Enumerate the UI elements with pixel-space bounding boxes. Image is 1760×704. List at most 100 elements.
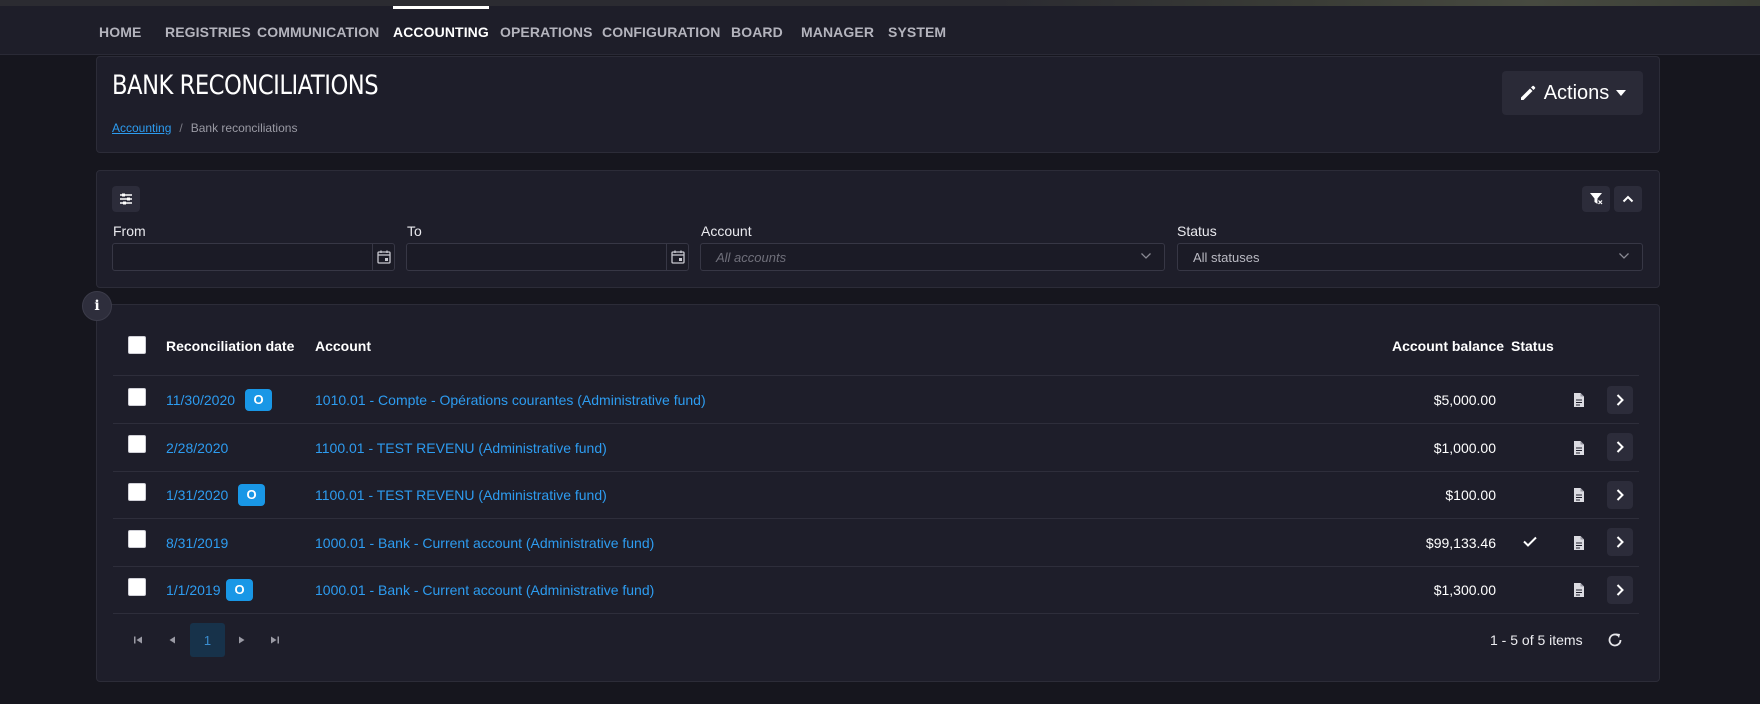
breadcrumb: Accounting / Bank reconciliations [112, 121, 297, 135]
account-placeholder: All accounts [716, 250, 787, 265]
row-open-button[interactable] [1607, 433, 1633, 461]
actions-label: Actions [1543, 81, 1610, 104]
chevron-down-icon [1619, 253, 1629, 259]
to-date-input[interactable] [406, 243, 689, 271]
account-select[interactable]: All accounts [700, 243, 1165, 271]
main-navbar: HOME REGISTRIES COMMUNICATION ACCOUNTING… [0, 6, 1760, 55]
account-balance: $5,000.00 [1433, 392, 1496, 408]
reconciliation-date-link[interactable]: 8/31/2019 [166, 535, 228, 551]
document-icon[interactable] [1572, 582, 1586, 598]
document-icon[interactable] [1572, 392, 1586, 408]
first-page-button[interactable] [121, 623, 155, 657]
chevron-right-icon [1616, 536, 1624, 548]
row-checkbox[interactable] [128, 435, 146, 453]
clear-filters-button[interactable] [1582, 186, 1610, 212]
status-selected-value: All statuses [1193, 250, 1260, 265]
header-reconciliation-date[interactable]: Reconciliation date [166, 338, 294, 354]
next-page-button[interactable] [225, 623, 259, 657]
to-label: To [407, 223, 422, 239]
row-open-button[interactable] [1607, 576, 1633, 604]
account-balance: $100.00 [1445, 487, 1496, 503]
page-title: BANK RECONCILIATIONS [112, 70, 379, 101]
chevron-up-icon [1622, 195, 1634, 203]
nav-manager[interactable]: MANAGER [801, 6, 874, 55]
calendar-icon [376, 250, 391, 264]
from-date-input[interactable] [112, 243, 395, 271]
account-link[interactable]: 1010.01 - Compte - Opérations courantes … [315, 392, 706, 408]
breadcrumb-accounting-link[interactable]: Accounting [112, 121, 171, 135]
pencil-icon [1520, 85, 1536, 100]
from-label: From [113, 223, 146, 239]
chevron-down-icon [1141, 253, 1151, 259]
status-select[interactable]: All statuses [1177, 243, 1643, 271]
caret-right-icon [239, 636, 245, 644]
row-open-button[interactable] [1607, 481, 1633, 509]
caret-left-icon [169, 636, 175, 644]
header-account[interactable]: Account [315, 338, 371, 354]
account-balance: $99,133.46 [1425, 535, 1496, 551]
nav-configuration[interactable]: CONFIGURATION [602, 6, 720, 55]
open-badge: O [238, 484, 265, 506]
breadcrumb-separator: / [179, 121, 183, 135]
first-page-icon [134, 636, 142, 644]
row-open-button[interactable] [1607, 386, 1633, 414]
row-checkbox[interactable] [128, 530, 146, 548]
row-divider [113, 423, 1639, 424]
chevron-right-icon [1616, 394, 1624, 406]
chevron-right-icon [1616, 489, 1624, 501]
header-status[interactable]: Status [1511, 338, 1554, 354]
account-link[interactable]: 1100.01 - TEST REVENU (Administrative fu… [315, 487, 607, 503]
open-badge: O [226, 579, 253, 601]
previous-page-button[interactable] [155, 623, 189, 657]
account-link[interactable]: 1000.01 - Bank - Current account (Admini… [315, 535, 654, 551]
account-balance: $1,300.00 [1433, 582, 1496, 598]
document-icon[interactable] [1572, 487, 1586, 503]
nav-registries[interactable]: REGISTRIES [165, 6, 251, 55]
select-all-checkbox[interactable] [128, 336, 146, 354]
breadcrumb-current: Bank reconciliations [190, 121, 298, 135]
account-link[interactable]: 1100.01 - TEST REVENU (Administrative fu… [315, 440, 607, 456]
to-calendar-button[interactable] [666, 244, 688, 270]
row-checkbox[interactable] [128, 483, 146, 501]
sliders-icon [120, 193, 132, 205]
caret-down-icon [1616, 90, 1627, 96]
last-page-button[interactable] [258, 623, 292, 657]
account-link[interactable]: 1000.01 - Bank - Current account (Admini… [315, 582, 654, 598]
reconciliation-date-link[interactable]: 1/1/2019 [166, 582, 221, 598]
chevron-right-icon [1616, 441, 1624, 453]
header-account-balance[interactable]: Account balance [1392, 338, 1504, 354]
filter-clear-icon [1590, 193, 1603, 205]
row-divider [113, 566, 1639, 567]
last-page-icon [271, 636, 279, 644]
reconciliation-date-link[interactable]: 2/28/2020 [166, 440, 228, 456]
open-badge: O [245, 389, 272, 411]
row-divider [113, 518, 1639, 519]
row-divider [113, 375, 1639, 376]
nav-operations[interactable]: OPERATIONS [500, 6, 593, 55]
status-label: Status [1177, 223, 1217, 239]
actions-button[interactable]: Actions [1502, 71, 1643, 115]
filter-settings-button[interactable] [112, 186, 140, 212]
document-icon[interactable] [1572, 535, 1586, 551]
nav-system[interactable]: SYSTEM [888, 6, 946, 55]
reconciliation-date-link[interactable]: 1/31/2020 [166, 487, 228, 503]
page-button-current[interactable]: 1 [190, 623, 225, 657]
row-checkbox[interactable] [128, 578, 146, 596]
pager-items-info: 1 - 5 of 5 items [1490, 632, 1583, 648]
collapse-filters-button[interactable] [1614, 186, 1642, 212]
nav-communication[interactable]: COMMUNICATION [257, 6, 379, 55]
calendar-icon [670, 250, 685, 264]
row-open-button[interactable] [1607, 528, 1633, 556]
info-button[interactable]: i [82, 291, 112, 321]
row-divider [113, 613, 1639, 614]
row-checkbox[interactable] [128, 388, 146, 406]
nav-home[interactable]: HOME [99, 6, 141, 55]
chevron-right-icon [1616, 584, 1624, 596]
nav-accounting[interactable]: ACCOUNTING [393, 6, 489, 55]
nav-board[interactable]: BOARD [731, 6, 783, 55]
from-calendar-button[interactable] [372, 244, 394, 270]
reconciliation-date-link[interactable]: 11/30/2020 [166, 392, 235, 408]
document-icon[interactable] [1572, 440, 1586, 456]
row-divider [113, 471, 1639, 472]
refresh-icon[interactable] [1607, 632, 1623, 648]
